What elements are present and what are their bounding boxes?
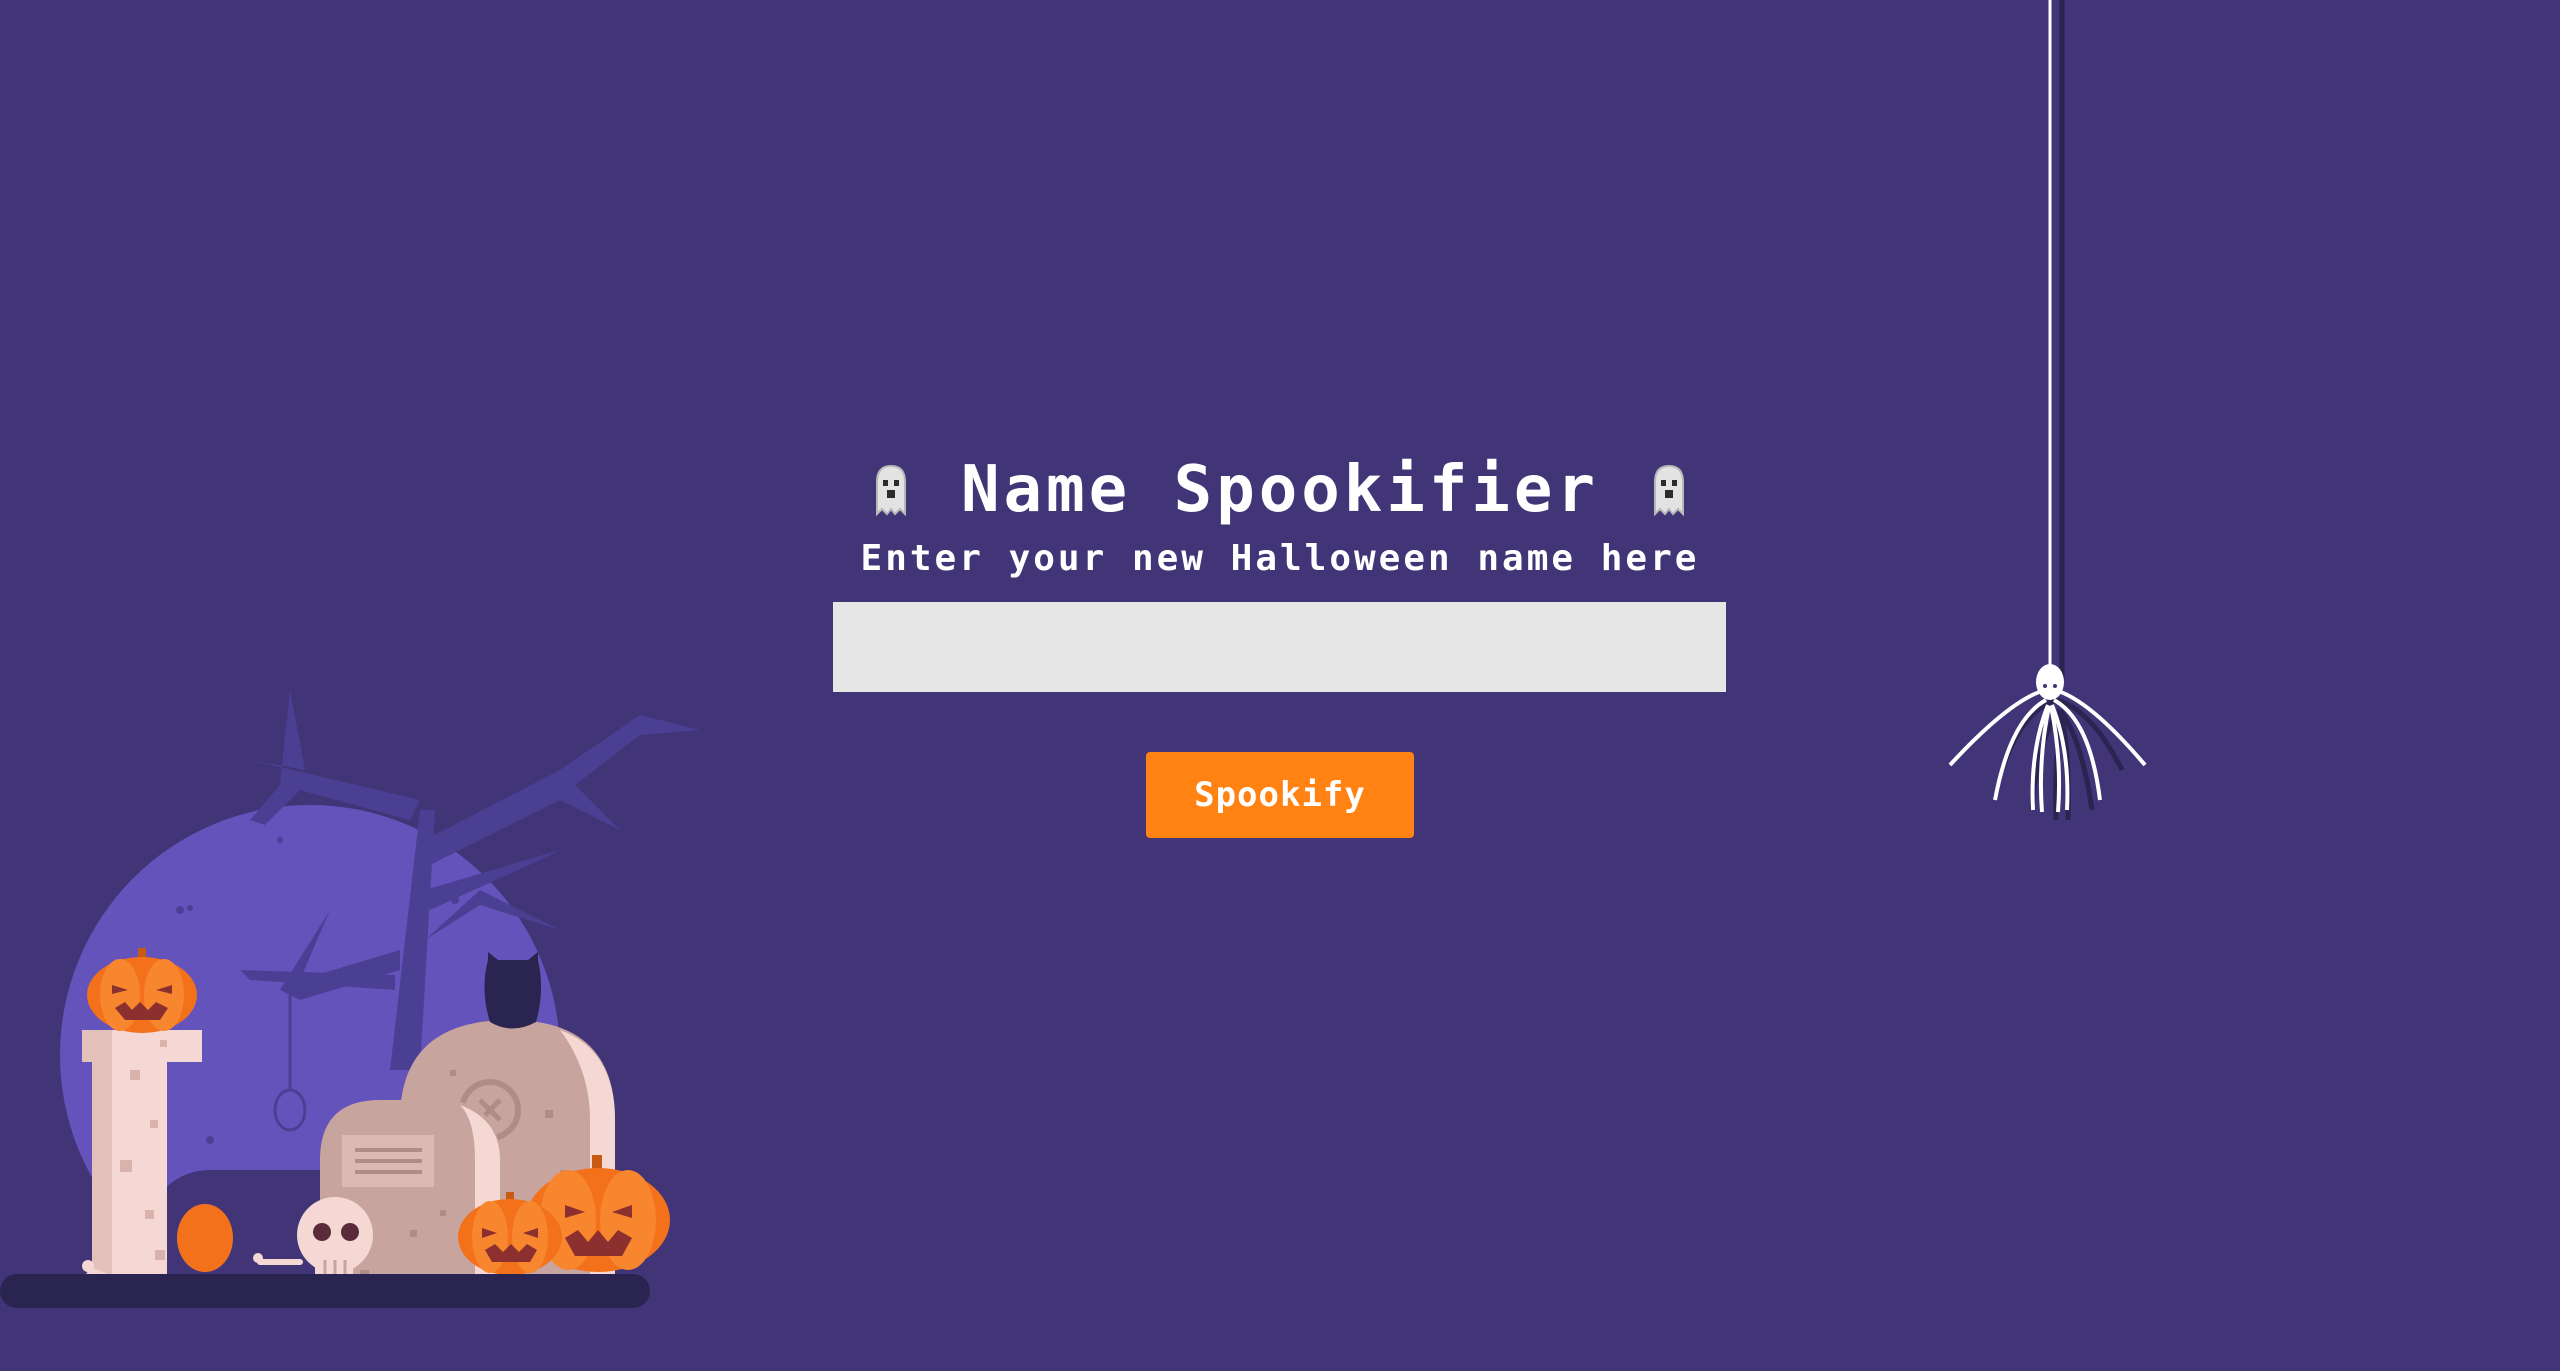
ghost-icon [1653, 464, 1684, 517]
spookifier-page: Name Spookifier Enter your new Halloween… [0, 0, 2560, 1371]
halloween-name-input[interactable] [833, 602, 1726, 692]
spider-icon [1948, 0, 2147, 821]
ghost-icon [876, 464, 907, 517]
graveyard-illustration [0, 690, 700, 1308]
page-subtitle: Enter your new Halloween name here [860, 538, 1700, 579]
spookify-button[interactable]: Spookify [1146, 752, 1414, 838]
title-row: Name Spookifier [0, 450, 2560, 530]
page-title: Name Spookifier [961, 453, 1599, 527]
